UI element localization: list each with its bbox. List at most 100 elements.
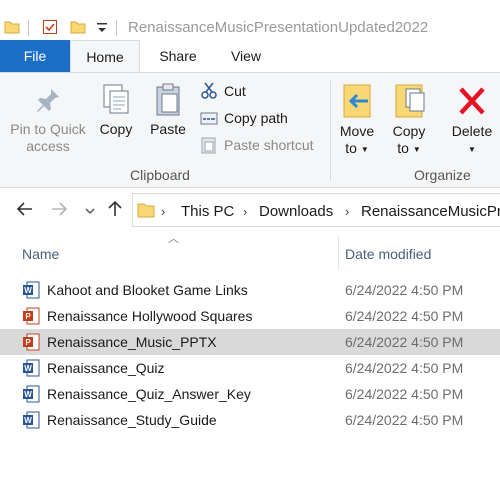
paste-label: Paste [150,121,186,137]
move-to-label-line2: to [345,140,357,156]
properties-icon[interactable] [42,19,58,40]
tab-file[interactable]: File [0,40,70,72]
move-to-button[interactable]: Move to ▼ [336,81,378,158]
powerpoint-icon: P [22,333,40,356]
delete-label: Delete [451,123,493,139]
file-row[interactable]: W Renaissance_Quiz_Answer_Key 6/24/2022 … [0,381,500,407]
file-name: Renaissance Hollywood Squares [47,308,253,324]
move-to-icon [343,84,371,118]
paste-button[interactable]: Paste [146,83,190,138]
paste-shortcut-button[interactable]: Paste shortcut [200,137,330,157]
file-name: Renaissance_Music_PPTX [47,334,217,350]
copy-to-label-line1: Copy [392,123,426,139]
arrow-up-icon [108,200,122,216]
column-header-date-modified[interactable]: Date modified [345,246,431,262]
chevron-down-icon [85,208,95,215]
paste-icon [156,83,180,116]
clipboard-group-label: Clipboard [130,167,190,183]
address-bar[interactable]: › This PC › Downloads › RenaissanceMusic… [132,193,500,227]
arrow-right-icon [52,202,68,216]
word-document-icon: W [22,385,40,408]
breadcrumb-chevron-icon: › [345,204,350,219]
svg-text:W: W [24,364,32,373]
move-to-label-line1: Move [339,123,375,139]
new-folder-icon[interactable] [70,19,86,40]
word-document-icon: W [22,359,40,382]
file-row[interactable]: P Renaissance Hollywood Squares 6/24/202… [0,303,500,329]
paste-shortcut-label: Paste shortcut [224,137,314,153]
svg-text:W: W [24,286,32,295]
svg-text:P: P [25,312,31,321]
breadcrumb-chevron-icon: › [161,204,166,219]
pin-label-line1: Pin to Quick [10,121,86,137]
word-document-icon: W [22,281,40,304]
ribbon-home: Pin to Quick access Copy Paste Cut Copy … [0,72,500,188]
title-bar: RenaissanceMusicPresentationUpdated2022 [0,0,500,40]
pin-label-line2: access [26,138,70,154]
back-button[interactable] [16,200,34,223]
svg-text:P: P [25,338,31,347]
breadcrumb-this-pc[interactable]: This PC [181,203,234,220]
file-date-modified: 6/24/2022 4:50 PM [345,360,464,376]
folder-icon [4,19,20,40]
file-name: Kahoot and Blooket Game Links [47,282,248,298]
title-separator [28,20,29,36]
ribbon-tabs: File Home Share View [0,40,500,73]
svg-text:W: W [24,416,32,425]
arrow-left-icon [16,202,32,216]
column-divider[interactable] [338,236,339,270]
delete-x-icon [459,87,485,115]
chevron-down-icon: ▼ [412,144,421,154]
forward-button[interactable] [50,200,68,223]
scissors-icon [201,82,217,99]
up-button[interactable] [106,200,124,223]
file-date-modified: 6/24/2022 4:50 PM [345,386,464,402]
breadcrumb-downloads[interactable]: Downloads [259,203,333,220]
file-date-modified: 6/24/2022 4:50 PM [345,334,464,350]
tab-view[interactable]: View [216,40,276,72]
paste-shortcut-icon [201,137,216,154]
tab-home[interactable]: Home [70,40,140,73]
file-row[interactable]: W Kahoot and Blooket Game Links 6/24/202… [0,277,500,303]
pin-to-quick-access-button[interactable]: Pin to Quick access [6,85,90,155]
title-separator [116,20,117,36]
sort-ascending-icon: ︿ [168,233,179,245]
copy-to-button[interactable]: Copy to ▼ [388,81,430,158]
copy-path-icon [200,112,218,125]
copy-icon [103,84,129,114]
svg-text:W: W [24,390,32,399]
breadcrumb-current-folder[interactable]: RenaissanceMusicPre [361,203,500,220]
copy-to-icon [395,84,425,118]
file-name: Renaissance_Quiz [47,360,165,376]
delete-button[interactable]: Delete ▼ [446,81,498,158]
customize-toolbar-icon[interactable] [96,21,108,39]
cut-button[interactable]: Cut [200,82,300,103]
file-date-modified: 6/24/2022 4:50 PM [345,282,464,298]
file-date-modified: 6/24/2022 4:50 PM [345,308,464,324]
breadcrumb-chevron-icon: › [243,204,248,219]
copy-button[interactable]: Copy [96,83,136,138]
file-name: Renaissance_Quiz_Answer_Key [47,386,251,402]
window-title: RenaissanceMusicPresentationUpdated2022 [128,19,429,36]
copy-to-label-line2: to [397,140,409,156]
recent-locations-button[interactable] [84,204,96,222]
copy-label: Copy [99,121,133,137]
chevron-down-icon: ▼ [360,144,369,154]
file-row[interactable]: W Renaissance_Study_Guide 6/24/2022 4:50… [0,407,500,433]
copy-path-label: Copy path [224,110,288,126]
copy-path-button[interactable]: Copy path [200,110,310,130]
chevron-down-icon: ▼ [468,144,476,154]
file-name: Renaissance_Study_Guide [47,412,217,428]
word-document-icon: W [22,411,40,434]
file-date-modified: 6/24/2022 4:50 PM [345,412,464,428]
organize-group-label: Organize [414,167,471,183]
file-row[interactable]: W Renaissance_Quiz 6/24/2022 4:50 PM [0,355,500,381]
folder-icon [137,203,155,218]
ribbon-group-separator [330,81,331,181]
tab-share[interactable]: Share [148,40,208,72]
column-header-name[interactable]: Name [22,246,59,262]
cut-label: Cut [224,83,246,99]
pin-icon [37,89,59,112]
file-row-selected[interactable]: P Renaissance_Music_PPTX 6/24/2022 4:50 … [0,329,500,355]
powerpoint-icon: P [22,307,40,330]
